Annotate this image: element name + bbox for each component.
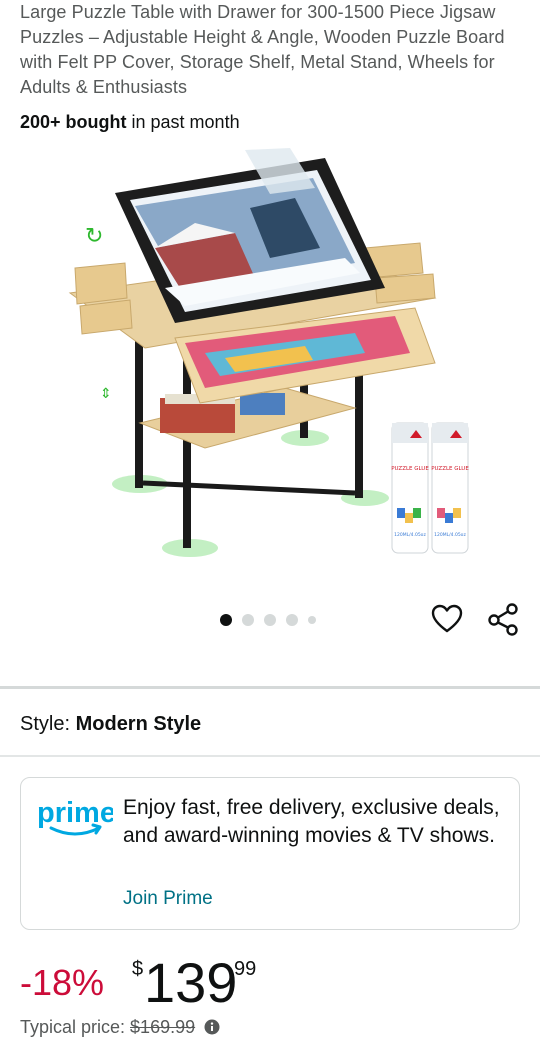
glue-label-1: PUZZLE GLUE [391, 466, 429, 472]
carousel-dot-3[interactable] [264, 614, 276, 626]
share-icon[interactable] [486, 602, 520, 636]
carousel-dot-4[interactable] [286, 614, 298, 626]
product-image[interactable]: ↻ ⇕ PUZZLE GLUE PUZZLE GLUE 120ML/4.05oz… [55, 148, 495, 568]
price-whole: 139 [144, 951, 238, 1014]
discount-percent: -18% [20, 962, 105, 1003]
bought-count-rest: in past month [126, 112, 240, 132]
product-title: Large Puzzle Table with Drawer for 300-1… [20, 2, 505, 97]
style-value: Modern Style [75, 713, 202, 735]
prime-logo-icon: prime [37, 794, 116, 840]
typical-price: Typical price: $169.99 [20, 1015, 220, 1039]
style-label: Style: [20, 713, 71, 735]
price-currency: $ [132, 958, 144, 980]
prime-promo-card: prime Enjoy fast, free delivery, exclusi… [20, 777, 520, 930]
carousel-dot-5[interactable] [308, 616, 316, 624]
image-carousel-dots[interactable] [220, 614, 316, 626]
typical-price-value: $169.99 [130, 1017, 196, 1037]
info-icon[interactable] [204, 1017, 220, 1035]
prime-logo-text: prime [37, 797, 113, 829]
join-prime-link[interactable]: Join Prime [123, 886, 213, 912]
svg-text:⇕: ⇕ [100, 386, 112, 402]
svg-text:↻: ↻ [85, 224, 103, 249]
puzzle-table-illustration: ↻ ⇕ PUZZLE GLUE PUZZLE GLUE 120ML/4.05oz… [68, 148, 469, 557]
prime-message: Enjoy fast, free delivery, exclusive dea… [123, 796, 500, 847]
section-divider-thin [0, 755, 540, 757]
section-divider [0, 686, 540, 689]
style-selector[interactable]: Style: Modern Style [20, 710, 201, 738]
price-fraction: 99 [234, 958, 257, 980]
glue-volume-1: 120ML/4.05oz [394, 532, 426, 538]
typical-price-label: Typical price: [20, 1017, 131, 1037]
bought-count-bold: 200+ bought [20, 112, 127, 132]
carousel-dot-1[interactable] [220, 614, 232, 626]
glue-volume-2: 120ML/4.05oz [434, 532, 466, 538]
heart-icon[interactable] [430, 602, 464, 636]
bought-count: 200+ bought in past month [20, 110, 240, 134]
glue-label-2: PUZZLE GLUE [431, 466, 469, 472]
carousel-dot-2[interactable] [242, 614, 254, 626]
